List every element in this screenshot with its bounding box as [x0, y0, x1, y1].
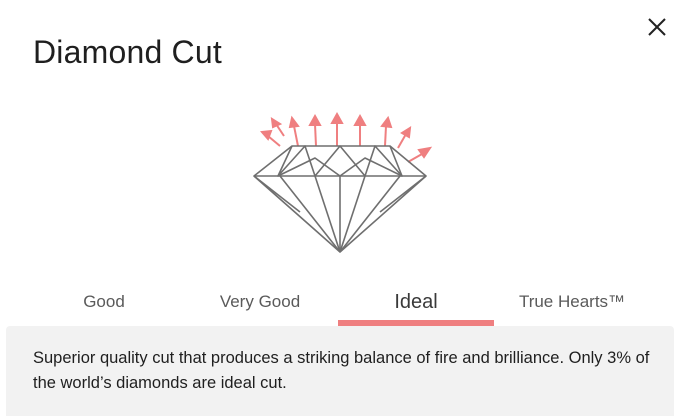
- cut-grade-tabs: Good Very Good Ideal True Hearts™: [26, 282, 650, 326]
- tab-label: Very Good: [219, 292, 301, 311]
- tab-label: True Hearts™: [518, 292, 626, 311]
- description-panel: Superior quality cut that produces a str…: [6, 326, 674, 416]
- modal-title: Diamond Cut: [33, 34, 222, 70]
- diamond-icon: [253, 111, 433, 253]
- tab-good[interactable]: Good: [26, 282, 182, 326]
- description-text: Superior quality cut that produces a str…: [33, 349, 650, 392]
- tab-ideal[interactable]: Ideal: [338, 282, 494, 326]
- tab-true-hearts[interactable]: True Hearts™: [494, 282, 650, 326]
- close-button[interactable]: [643, 13, 671, 41]
- tab-label: Good: [83, 292, 125, 311]
- diamond-illustration: [240, 108, 440, 258]
- tab-label: Ideal: [394, 291, 438, 313]
- close-icon: [648, 18, 666, 36]
- tab-very-good[interactable]: Very Good: [182, 282, 338, 326]
